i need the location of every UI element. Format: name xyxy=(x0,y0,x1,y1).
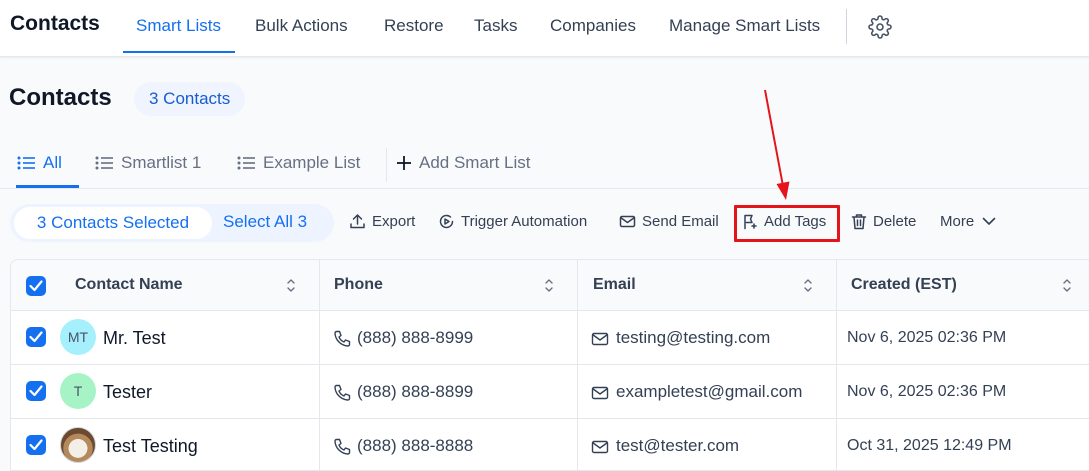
check-icon xyxy=(29,280,43,292)
automation-icon xyxy=(439,214,454,229)
contact-created: Oct 31, 2025 12:49 PM xyxy=(847,437,1012,454)
contact-email[interactable]: test@tester.com xyxy=(616,436,739,456)
sort-icon[interactable] xyxy=(286,278,296,293)
tab-example-list-label: Example List xyxy=(263,153,361,172)
sort-icon[interactable] xyxy=(803,278,813,293)
phone-icon xyxy=(334,330,351,347)
send-email-button[interactable]: Send Email xyxy=(619,213,719,230)
list-icon xyxy=(237,156,255,170)
column-header-phone[interactable]: Phone xyxy=(334,260,383,311)
add-tags-button[interactable]: Add Tags xyxy=(742,213,826,230)
export-button[interactable]: Export xyxy=(349,213,415,230)
select-all-button[interactable]: Select All 3 xyxy=(223,212,307,232)
list-icon xyxy=(95,156,113,170)
check-icon xyxy=(29,439,43,451)
column-header-email[interactable]: Email xyxy=(593,260,636,311)
plus-icon xyxy=(397,156,411,170)
tab-all-label: All xyxy=(43,153,62,172)
column-divider xyxy=(319,260,320,470)
more-label: More xyxy=(940,213,975,230)
active-tab-indicator xyxy=(16,185,79,188)
nav-manage-smart-lists[interactable]: Manage Smart Lists xyxy=(669,16,820,36)
active-nav-indicator xyxy=(123,51,235,53)
table-row[interactable]: MT Mr. Test (888) 888-8999 testing@testi… xyxy=(11,311,1089,365)
tab-example-list[interactable]: Example List xyxy=(237,153,360,173)
table-row[interactable]: Test Testing (888) 888-8888 test@tester.… xyxy=(11,419,1089,470)
column-divider xyxy=(836,260,837,470)
mail-icon xyxy=(591,386,609,400)
sort-icon[interactable] xyxy=(1062,278,1072,293)
mail-icon xyxy=(591,440,609,454)
mail-icon xyxy=(619,215,636,228)
delete-button[interactable]: Delete xyxy=(851,213,916,230)
contacts-selected-button[interactable]: 3 Contacts Selected xyxy=(14,207,212,239)
contact-name[interactable]: Test Testing xyxy=(103,436,198,457)
more-dropdown[interactable]: More xyxy=(940,213,996,230)
add-tags-label: Add Tags xyxy=(764,213,827,230)
delete-label: Delete xyxy=(873,213,917,230)
avatar xyxy=(60,427,96,463)
sort-icon[interactable] xyxy=(544,278,554,293)
contact-name[interactable]: Tester xyxy=(103,382,152,403)
chevron-down-icon xyxy=(982,217,996,225)
row-checkbox[interactable] xyxy=(26,435,46,455)
tab-smartlist-1-label: Smartlist 1 xyxy=(121,153,202,172)
phone-icon xyxy=(334,384,351,401)
contact-created: Nov 6, 2025 02:36 PM xyxy=(847,383,1007,400)
top-navigation: Contacts Smart Lists Bulk Actions Restor… xyxy=(0,0,1089,57)
table-header: Contact Name Phone Email Created (EST) xyxy=(11,260,1089,311)
select-all-checkbox[interactable] xyxy=(26,276,46,296)
trash-icon xyxy=(851,214,867,230)
smart-list-tabs: All Smartlist 1 Example List Add Smart L… xyxy=(0,140,1089,189)
add-smart-list-button[interactable]: Add Smart List xyxy=(397,153,531,173)
nav-restore[interactable]: Restore xyxy=(384,16,444,36)
column-header-created[interactable]: Created (EST) xyxy=(851,260,957,311)
contact-phone[interactable]: (888) 888-8999 xyxy=(357,328,473,348)
add-smart-list-label: Add Smart List xyxy=(419,153,531,172)
nav-companies[interactable]: Companies xyxy=(550,16,636,36)
column-divider xyxy=(577,260,578,470)
list-icon xyxy=(17,156,35,170)
tab-smartlist-1[interactable]: Smartlist 1 xyxy=(95,153,201,173)
table-row[interactable]: T Tester (888) 888-8899 exampletest@gmai… xyxy=(11,365,1089,419)
nav-tasks[interactable]: Tasks xyxy=(474,16,517,36)
contact-email[interactable]: testing@testing.com xyxy=(616,328,770,348)
export-label: Export xyxy=(372,213,416,230)
tag-icon xyxy=(744,214,757,230)
check-icon xyxy=(29,331,43,343)
check-icon xyxy=(29,385,43,397)
avatar: MT xyxy=(60,319,96,355)
contact-phone[interactable]: (888) 888-8899 xyxy=(357,382,473,402)
contacts-table: Contact Name Phone Email Created (EST) M… xyxy=(10,259,1089,471)
contact-name[interactable]: Mr. Test xyxy=(103,328,166,349)
page-title: Contacts xyxy=(9,84,112,111)
nav-smart-lists[interactable]: Smart Lists xyxy=(136,16,221,36)
contact-email[interactable]: exampletest@gmail.com xyxy=(616,382,802,402)
row-checkbox[interactable] xyxy=(26,381,46,401)
contacts-count-badge: 3 Contacts xyxy=(134,82,246,116)
row-checkbox[interactable] xyxy=(26,327,46,347)
gear-icon[interactable] xyxy=(868,15,892,39)
contact-created: Nov 6, 2025 02:36 PM xyxy=(847,329,1007,346)
nav-bulk-actions[interactable]: Bulk Actions xyxy=(255,16,348,36)
avatar: T xyxy=(60,373,96,409)
trigger-automation-label: Trigger Automation xyxy=(461,213,588,230)
app-title: Contacts xyxy=(10,12,100,35)
trigger-automation-button[interactable]: Trigger Automation xyxy=(438,213,587,230)
column-header-contact-name[interactable]: Contact Name xyxy=(75,260,183,311)
mail-icon xyxy=(591,332,609,346)
nav-divider xyxy=(846,9,847,44)
phone-icon xyxy=(334,438,351,455)
tabs-divider xyxy=(386,148,387,182)
tab-all[interactable]: All xyxy=(17,153,62,173)
upload-icon xyxy=(350,214,365,229)
send-email-label: Send Email xyxy=(642,213,719,230)
contact-phone[interactable]: (888) 888-8888 xyxy=(357,436,473,456)
